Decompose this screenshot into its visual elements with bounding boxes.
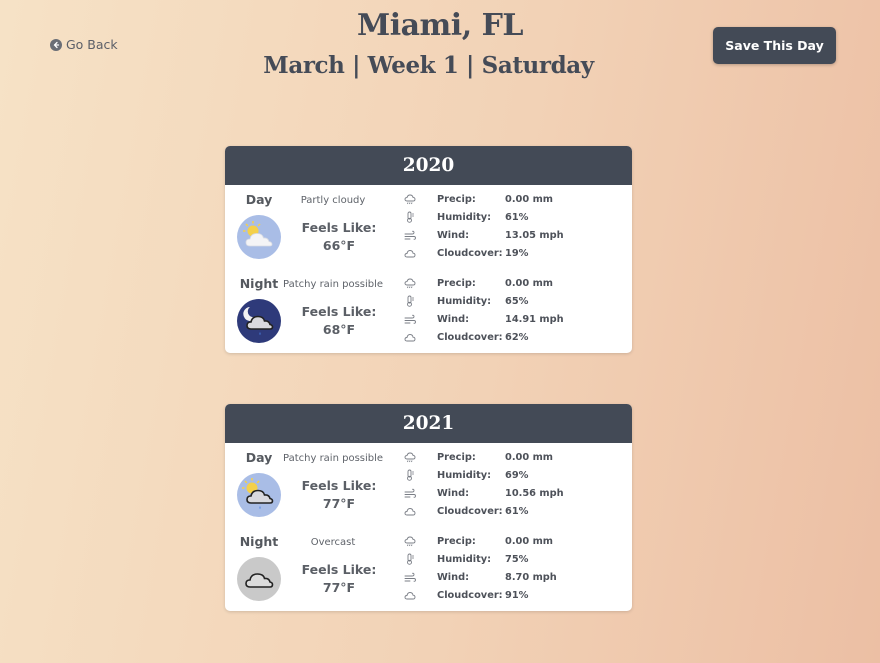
feels-like: Feels Like: 77°F xyxy=(279,477,399,513)
feels-like: Feels Like: 66°F xyxy=(279,219,399,255)
wind-value: 13.05 mph xyxy=(505,229,564,241)
precip-value: 0.00 mm xyxy=(505,451,553,463)
feels-like-label: Feels Like: xyxy=(301,562,377,577)
cloud-icon xyxy=(403,589,417,601)
condition-text: Partly cloudy xyxy=(300,195,366,206)
feels-like-label: Feels Like: xyxy=(301,220,377,235)
cloudcover-value: 62% xyxy=(505,331,529,343)
wind-icon xyxy=(403,487,417,499)
humidity-value: 65% xyxy=(505,295,529,307)
cloudcover-value: 19% xyxy=(505,247,529,259)
feels-like-value: 68°F xyxy=(322,322,356,337)
period-day: Day Partly cloudy Feels Like: 66°F Preci… xyxy=(225,185,632,269)
humidity-value: 69% xyxy=(505,469,529,481)
humidity-value: 75% xyxy=(505,553,529,565)
stat-cloudcover: Cloudcover: 91% xyxy=(403,586,623,604)
humidity-value: 61% xyxy=(505,211,529,223)
period-label: Night xyxy=(239,534,279,549)
thermometer-icon xyxy=(403,553,417,565)
stat-wind: Wind: 10.56 mph xyxy=(403,484,623,502)
wind-icon xyxy=(403,313,417,325)
rain-cloud-icon xyxy=(403,193,417,205)
feels-like-value: 77°F xyxy=(322,496,356,511)
cloudcover-value: 61% xyxy=(505,505,529,517)
stat-cloudcover: Cloudcover: 62% xyxy=(403,328,623,346)
rain-night-icon xyxy=(237,299,281,343)
rain-cloud-icon xyxy=(403,535,417,547)
condition-text: Patchy rain possible xyxy=(283,279,384,290)
rain-cloud-icon xyxy=(403,277,417,289)
save-day-button[interactable]: Save This Day xyxy=(713,27,836,64)
stat-humidity: Humidity: 65% xyxy=(403,292,623,310)
weather-stats: Precip: 0.00 mm Humidity: 65% Wind: 14.9… xyxy=(403,274,623,346)
card-year: 2021 xyxy=(225,404,632,443)
rain-cloud-icon xyxy=(403,451,417,463)
feels-like: Feels Like: 77°F xyxy=(279,561,399,597)
year-card-2021: 2021 Day Patchy rain possible Feels Like… xyxy=(225,404,632,611)
period-night: Night Overcast Feels Like: 77°F Precip: … xyxy=(225,527,632,611)
cloud-icon xyxy=(403,331,417,343)
card-year: 2020 xyxy=(225,146,632,185)
feels-like: Feels Like: 68°F xyxy=(279,303,399,339)
weather-stats: Precip: 0.00 mm Humidity: 75% Wind: 8.70… xyxy=(403,532,623,604)
feels-like-value: 77°F xyxy=(322,580,356,595)
overcast-icon xyxy=(237,557,281,601)
weather-stats: Precip: 0.00 mm Humidity: 69% Wind: 10.5… xyxy=(403,448,623,520)
stat-cloudcover: Cloudcover: 19% xyxy=(403,244,623,262)
cloud-icon xyxy=(403,247,417,259)
year-card-2020: 2020 Day Partly cloudy Feels Like: 66°F … xyxy=(225,146,632,353)
period-day: Day Patchy rain possible Feels Like: 77°… xyxy=(225,443,632,527)
stat-precip: Precip: 0.00 mm xyxy=(403,532,623,550)
stat-wind: Wind: 14.91 mph xyxy=(403,310,623,328)
stat-cloudcover: Cloudcover: 61% xyxy=(403,502,623,520)
stat-wind: Wind: 8.70 mph xyxy=(403,568,623,586)
precip-value: 0.00 mm xyxy=(505,193,553,205)
stat-humidity: Humidity: 69% xyxy=(403,466,623,484)
weather-stats: Precip: 0.00 mm Humidity: 61% Wind: 13.0… xyxy=(403,190,623,262)
wind-value: 8.70 mph xyxy=(505,571,557,583)
rain-day-icon xyxy=(237,473,281,517)
precip-value: 0.00 mm xyxy=(505,535,553,547)
stat-precip: Precip: 0.00 mm xyxy=(403,274,623,292)
precip-value: 0.00 mm xyxy=(505,277,553,289)
stat-wind: Wind: 13.05 mph xyxy=(403,226,623,244)
wind-icon xyxy=(403,229,417,241)
period-label: Day xyxy=(245,192,273,207)
wind-value: 10.56 mph xyxy=(505,487,564,499)
cloudcover-value: 91% xyxy=(505,589,529,601)
cloud-icon xyxy=(403,505,417,517)
thermometer-icon xyxy=(403,469,417,481)
partly-cloudy-day-icon xyxy=(237,215,281,259)
feels-like-value: 66°F xyxy=(322,238,356,253)
stat-precip: Precip: 0.00 mm xyxy=(403,448,623,466)
feels-like-label: Feels Like: xyxy=(301,304,377,319)
stat-humidity: Humidity: 75% xyxy=(403,550,623,568)
period-night: Night Patchy rain possible Feels Like: 6… xyxy=(225,269,632,353)
period-label: Night xyxy=(239,276,279,291)
wind-value: 14.91 mph xyxy=(505,313,564,325)
thermometer-icon xyxy=(403,295,417,307)
stat-humidity: Humidity: 61% xyxy=(403,208,623,226)
condition-text: Overcast xyxy=(310,537,356,548)
wind-icon xyxy=(403,571,417,583)
thermometer-icon xyxy=(403,211,417,223)
feels-like-label: Feels Like: xyxy=(301,478,377,493)
period-label: Day xyxy=(245,450,273,465)
condition-text: Patchy rain possible xyxy=(283,453,384,464)
stat-precip: Precip: 0.00 mm xyxy=(403,190,623,208)
